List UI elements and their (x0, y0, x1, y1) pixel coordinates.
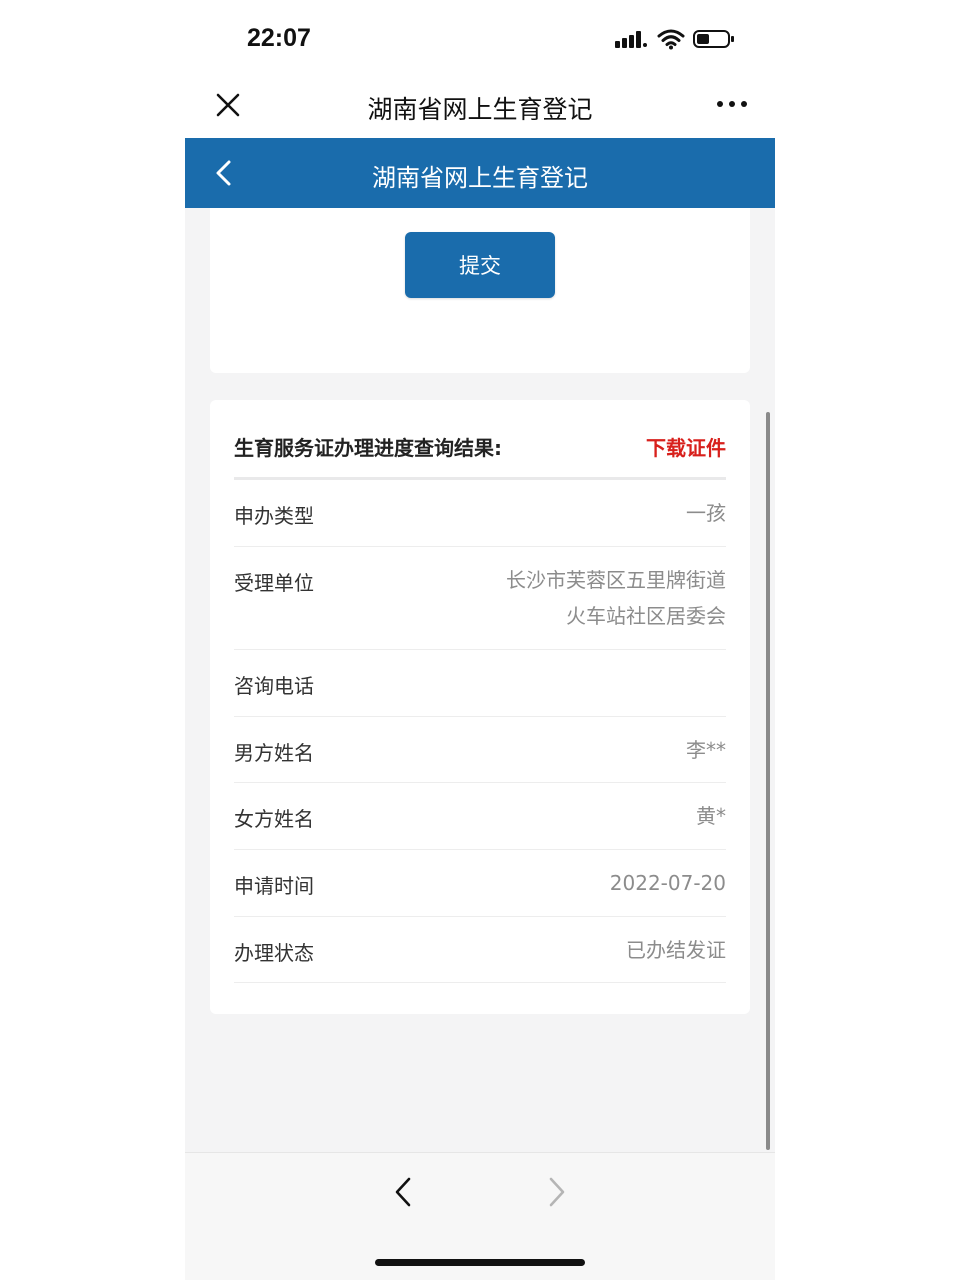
info-row-application-type: 申办类型 一孩 (234, 480, 726, 547)
status-time: 22:07 (247, 24, 311, 52)
row-value: 一孩 (686, 501, 726, 525)
battery-icon (693, 30, 734, 48)
more-dots-icon[interactable] (715, 88, 749, 118)
wifi-icon (657, 29, 685, 50)
result-header: 生育服务证办理进度查询结果: 下载证件 (234, 432, 726, 472)
status-bar: 22:07 (185, 0, 775, 78)
row-label: 办理状态 (234, 941, 314, 965)
info-row-phone: 咨询电话 (234, 650, 726, 717)
row-value: 已办结发证 (626, 938, 726, 962)
scrollbar[interactable] (766, 412, 770, 1150)
result-title: 生育服务证办理进度查询结果: (234, 436, 502, 460)
phone-screen: 22:07 湖南省网上生育登记 湖南省网上生育登记 提交 生育服务证办理进度查询… (185, 0, 775, 1280)
submit-card: 提交 (210, 208, 750, 373)
wechat-title: 湖南省网上生育登记 (367, 95, 593, 124)
home-indicator (375, 1259, 585, 1266)
app-header: 湖南省网上生育登记 (185, 138, 775, 208)
bottom-nav-bar (185, 1152, 775, 1280)
row-label: 女方姓名 (234, 807, 314, 831)
row-label: 申请时间 (234, 874, 314, 898)
info-row-male-name: 男方姓名 李** (234, 717, 726, 783)
row-label: 受理单位 (234, 571, 314, 595)
cellular-signal-icon (615, 31, 647, 48)
page-title: 湖南省网上生育登记 (372, 164, 588, 192)
row-label: 男方姓名 (234, 741, 314, 765)
row-value: 黄* (696, 804, 726, 828)
row-value-line2: 火车站社区居委会 (566, 604, 726, 628)
info-row-accepting-unit: 受理单位 长沙市芙蓉区五里牌街道 火车站社区居委会 (234, 547, 726, 650)
result-card: 生育服务证办理进度查询结果: 下载证件 申办类型 一孩 受理单位 长沙市芙蓉区五… (210, 400, 750, 1014)
info-row-apply-date: 申请时间 2022-07-20 (234, 850, 726, 917)
info-row-female-name: 女方姓名 黄* (234, 783, 726, 850)
row-label: 申办类型 (234, 504, 314, 528)
row-value-line1: 长沙市芙蓉区五里牌街道 (506, 568, 726, 592)
wechat-nav-bar: 湖南省网上生育登记 (185, 78, 775, 138)
row-value: 2022-07-20 (609, 871, 726, 895)
info-row-status: 办理状态 已办结发证 (234, 917, 726, 983)
chevron-left-icon[interactable] (389, 1175, 419, 1209)
row-label: 咨询电话 (234, 674, 314, 698)
submit-button[interactable]: 提交 (405, 232, 555, 298)
download-certificate-link[interactable]: 下载证件 (646, 432, 726, 461)
row-value: 李** (686, 738, 726, 762)
chevron-right-icon[interactable] (541, 1175, 571, 1209)
